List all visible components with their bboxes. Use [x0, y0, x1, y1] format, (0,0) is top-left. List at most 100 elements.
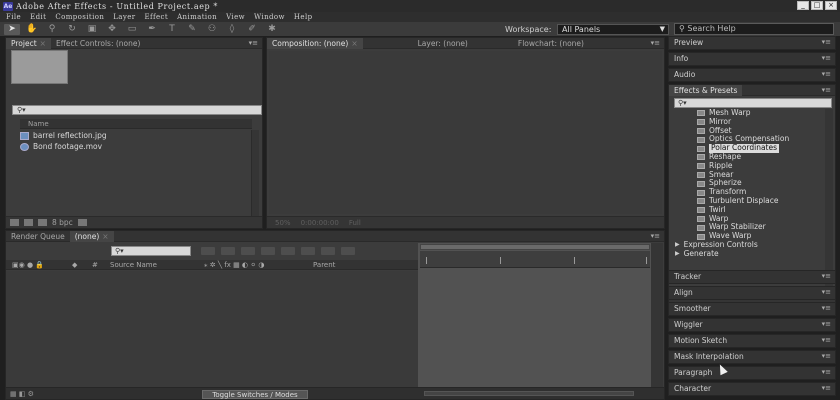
- menu-file[interactable]: File: [6, 13, 21, 21]
- character-panel[interactable]: Character ▾≡: [668, 382, 836, 396]
- preview-panel[interactable]: Preview ▾≡: [668, 36, 836, 50]
- tab-preview[interactable]: Preview: [669, 37, 708, 48]
- list-item[interactable]: Bond footage.mov: [20, 141, 250, 152]
- menu-help[interactable]: Help: [294, 13, 313, 21]
- brainstorm-icon[interactable]: [321, 247, 335, 255]
- timeline-footer-icons[interactable]: ▦ ◧ ⚙: [10, 390, 34, 398]
- column-parent[interactable]: Parent: [313, 260, 335, 270]
- menu-effect[interactable]: Effect: [145, 13, 169, 21]
- clone-tool-icon[interactable]: ⚇: [204, 24, 220, 35]
- panel-menu-icon[interactable]: ▾≡: [822, 69, 831, 80]
- trash-icon[interactable]: [77, 219, 87, 226]
- mask-interpolation-panel[interactable]: Mask Interpolation ▾≡: [668, 350, 836, 364]
- panel-menu-icon[interactable]: ▾≡: [822, 85, 831, 96]
- new-folder-icon[interactable]: [24, 219, 33, 226]
- motion-blur-icon[interactable]: [301, 247, 315, 255]
- list-item[interactable]: barrel reflection.jpg: [20, 130, 250, 141]
- timeline-graph-area[interactable]: [418, 243, 652, 388]
- magnification-select[interactable]: 50%: [275, 219, 291, 227]
- brush-tool-icon[interactable]: ✎: [184, 24, 200, 35]
- zoom-tool-icon[interactable]: ⚲: [44, 24, 60, 35]
- panel-menu-icon[interactable]: ▾≡: [651, 38, 660, 49]
- tab-effect-controls[interactable]: Effect Controls: (none): [51, 38, 145, 49]
- audio-panel[interactable]: Audio ▾≡: [668, 68, 836, 82]
- tab-align[interactable]: Align: [669, 287, 698, 298]
- tab-effects-presets[interactable]: Effects & Presets: [669, 84, 743, 96]
- paragraph-panel[interactable]: Paragraph ▾≡: [668, 366, 836, 380]
- wiggler-panel[interactable]: Wiggler ▾≡: [668, 318, 836, 332]
- tab-info[interactable]: Info: [669, 53, 693, 64]
- menu-composition[interactable]: Composition: [55, 13, 104, 21]
- tab-smoother[interactable]: Smoother: [669, 303, 716, 314]
- roto-tool-icon[interactable]: ✐: [244, 24, 260, 35]
- type-tool-icon[interactable]: T: [164, 24, 180, 35]
- list-item[interactable]: Mesh Warp: [675, 108, 823, 118]
- info-panel[interactable]: Info ▾≡: [668, 52, 836, 66]
- menu-layer[interactable]: Layer: [113, 13, 135, 21]
- live-update-icon[interactable]: [221, 247, 235, 255]
- bit-depth-button[interactable]: 8 bpc: [52, 218, 73, 227]
- tab-mask-interpolation[interactable]: Mask Interpolation: [669, 351, 749, 362]
- panel-menu-icon[interactable]: ▾≡: [822, 271, 831, 282]
- panel-menu-icon[interactable]: ▾≡: [822, 287, 831, 298]
- tab-paragraph[interactable]: Paragraph: [669, 367, 717, 378]
- tab-project[interactable]: Project ×: [6, 37, 51, 49]
- tab-composition[interactable]: Composition: (none) ×: [267, 37, 363, 49]
- column-number[interactable]: #: [92, 260, 98, 270]
- list-item-category[interactable]: ▶ Generate: [675, 249, 823, 259]
- timeline-search-input[interactable]: ⚲▾: [111, 246, 191, 256]
- panel-menu-icon[interactable]: ▾≡: [822, 37, 831, 48]
- project-search-input[interactable]: ⚲▾: [12, 105, 262, 115]
- comp-mini-flowchart-icon[interactable]: [201, 247, 215, 255]
- interpret-footage-icon[interactable]: [10, 219, 19, 226]
- help-search-input[interactable]: ⚲ Search Help: [674, 23, 834, 35]
- smoother-panel[interactable]: Smoother ▾≡: [668, 302, 836, 316]
- minimize-button[interactable]: _: [797, 1, 809, 10]
- menu-window[interactable]: Window: [254, 13, 285, 21]
- composition-viewer[interactable]: [269, 51, 662, 214]
- selection-tool-icon[interactable]: ➤: [4, 23, 20, 35]
- tab-character[interactable]: Character: [669, 383, 716, 394]
- tracker-panel[interactable]: Tracker ▾≡: [668, 270, 836, 284]
- timeline-layer-area[interactable]: [6, 271, 418, 388]
- tab-render-queue[interactable]: Render Queue: [6, 231, 70, 242]
- pen-tool-icon[interactable]: ✒: [144, 24, 160, 35]
- new-composition-icon[interactable]: [38, 219, 47, 226]
- close-icon[interactable]: ×: [351, 39, 357, 48]
- panel-menu-icon[interactable]: ▾≡: [822, 53, 831, 64]
- work-area-bar[interactable]: [420, 244, 650, 250]
- panel-menu-icon[interactable]: ▾≡: [822, 303, 831, 314]
- pan-behind-tool-icon[interactable]: ✥: [104, 24, 120, 35]
- rotate-tool-icon[interactable]: ↻: [64, 24, 80, 35]
- puppet-tool-icon[interactable]: ✱: [264, 24, 280, 35]
- panel-menu-icon[interactable]: ▾≡: [822, 367, 831, 378]
- effects-scrollbar[interactable]: [825, 109, 833, 295]
- tab-audio[interactable]: Audio: [669, 69, 700, 80]
- panel-menu-icon[interactable]: ▾≡: [822, 351, 831, 362]
- menu-animation[interactable]: Animation: [177, 13, 217, 21]
- tab-flowchart[interactable]: Flowchart: (none): [513, 38, 589, 49]
- close-icon[interactable]: ×: [102, 232, 108, 241]
- column-source-name[interactable]: Source Name: [110, 260, 157, 270]
- effects-search-input[interactable]: ⚲▾: [674, 98, 832, 108]
- panel-menu-icon[interactable]: ▾≡: [651, 231, 660, 242]
- close-button[interactable]: ×: [825, 1, 837, 10]
- align-panel[interactable]: Align ▾≡: [668, 286, 836, 300]
- list-item[interactable]: Spherize: [675, 179, 823, 188]
- tab-layer[interactable]: Layer: (none): [413, 38, 473, 49]
- toggle-switches-modes-button[interactable]: Toggle Switches / Modes: [202, 390, 308, 399]
- menu-view[interactable]: View: [226, 13, 245, 21]
- eraser-tool-icon[interactable]: ◊: [224, 24, 240, 35]
- list-item[interactable]: Mirror: [675, 117, 823, 127]
- motion-sketch-panel[interactable]: Motion Sketch ▾≡: [668, 334, 836, 348]
- switches-icon[interactable]: ⁎ ✲ ╲ fx ▦ ◐ ⚪ ◑: [204, 260, 264, 270]
- menu-edit[interactable]: Edit: [30, 13, 46, 21]
- current-time-display[interactable]: 0:00:00:00: [301, 219, 339, 227]
- panel-menu-icon[interactable]: ▾≡: [822, 383, 831, 394]
- close-icon[interactable]: ×: [40, 39, 46, 48]
- camera-tool-icon[interactable]: ▣: [84, 24, 100, 35]
- hand-tool-icon[interactable]: ✋: [24, 24, 40, 35]
- timeline-zoom-slider[interactable]: [424, 391, 634, 396]
- maximize-button[interactable]: □: [811, 1, 823, 10]
- list-item-selected[interactable]: Polar Coordinates: [675, 143, 823, 153]
